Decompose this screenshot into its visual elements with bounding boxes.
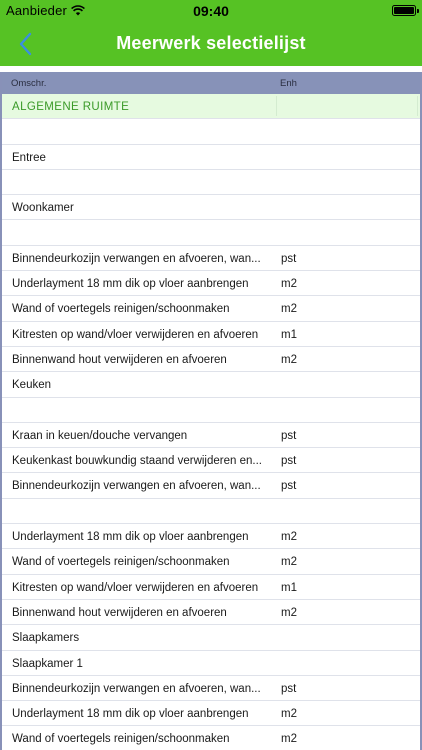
row-unit: m2 (281, 733, 297, 746)
table-row[interactable]: Underlayment 18 mm dik op vloer aanbreng… (2, 701, 420, 727)
table-row[interactable]: Slaapkamers (2, 625, 420, 651)
table-row[interactable]: Binnendeurkozijn verwangen en afvoeren, … (2, 246, 420, 272)
row-description: Binnendeurkozijn verwangen en afvoeren, … (12, 682, 261, 695)
table-row[interactable] (2, 398, 420, 423)
top-bar: Aanbieder 09:40 Meerwerk selectielijst (0, 0, 422, 66)
table-row[interactable]: Wand of voertegels reinigen/schoonmaken m… (2, 296, 420, 322)
table-row[interactable]: Wand of voertegels reinigen/schoonmaken m… (2, 726, 420, 750)
table-row[interactable] (2, 119, 420, 145)
table-row[interactable]: Binnenwand hout verwijderen en afvoeren m… (2, 600, 420, 626)
row-unit: pst (281, 480, 297, 493)
table-rows: ALGEMENE RUIMTE Entree Woonkamer Binnendeur… (2, 94, 420, 750)
row-description: Underlayment 18 mm dik op vloer aanbreng… (12, 278, 249, 291)
row-description: Wand of voertegels reinigen/schoonmaken (12, 303, 230, 316)
row-unit: m2 (281, 303, 297, 316)
row-unit: m2 (281, 708, 297, 721)
row-description: Keukenkast bouwkundig staand verwijderen… (12, 455, 262, 468)
table-group-row[interactable]: ALGEMENE RUIMTE (2, 94, 420, 120)
status-time: 09:40 (193, 3, 229, 19)
table-row[interactable]: Underlayment 18 mm dik op vloer aanbreng… (2, 271, 420, 297)
group-end-divider (417, 96, 418, 117)
row-description: Underlayment 18 mm dik op vloer aanbreng… (12, 708, 249, 721)
table-row[interactable]: Binnenwand hout verwijderen en afvoeren m… (2, 347, 420, 373)
table-row[interactable]: Woonkamer (2, 195, 420, 221)
table-row[interactable] (2, 220, 420, 246)
table-row[interactable]: Kitresten op wand/vloer verwijderen en a… (2, 322, 420, 347)
row-unit: m2 (281, 353, 297, 366)
row-description: Slaapkamers (12, 632, 80, 645)
page-title: Meerwerk selectielijst (116, 33, 306, 53)
table-row[interactable]: Kitresten op wand/vloer verwijderen en a… (2, 575, 420, 600)
row-unit: m2 (281, 278, 297, 291)
table-row[interactable]: Kraan in keuen/douche vervangen pst (2, 423, 420, 449)
row-unit: pst (281, 429, 297, 442)
row-description: Binnendeurkozijn verwangen en afvoeren, … (12, 480, 261, 493)
row-unit: m2 (281, 556, 297, 569)
row-description: Entree (12, 151, 46, 164)
table-row[interactable]: Keukenkast bouwkundig staand verwijderen… (2, 448, 420, 474)
selection-table[interactable]: Omschr. Enh ALGEMENE RUIMTE Entree Woonkam… (0, 72, 422, 750)
navigation-bar: Meerwerk selectielijst (0, 22, 422, 66)
row-description: Wand of voertegels reinigen/schoonmaken (12, 556, 230, 569)
row-description: Wand of voertegels reinigen/schoonmaken (12, 733, 230, 746)
table-row[interactable]: Underlayment 18 mm dik op vloer aanbreng… (2, 524, 420, 550)
row-unit: m2 (281, 606, 297, 619)
row-description: Kitresten op wand/vloer verwijderen en a… (12, 581, 259, 594)
row-unit: pst (281, 682, 297, 695)
group-column-divider (276, 96, 277, 117)
row-unit: m2 (281, 531, 297, 544)
table-row[interactable]: Slaapkamer 1 (2, 651, 420, 676)
table-row[interactable]: Binnendeurkozijn verwangen en afvoeren, … (2, 676, 420, 702)
row-description: Slaapkamer 1 (12, 657, 83, 670)
table-row[interactable] (2, 499, 420, 525)
table-row[interactable]: Entree (2, 145, 420, 170)
row-description: Kraan in keuen/douche vervangen (12, 429, 188, 442)
table-row[interactable]: Binnendeurkozijn verwangen en afvoeren, … (2, 473, 420, 499)
table-row[interactable]: Wand of voertegels reinigen/schoonmaken m… (2, 549, 420, 575)
row-unit: m1 (281, 581, 297, 594)
column-header-unit: Enh (280, 78, 297, 89)
column-header-description: Omschr. (11, 78, 47, 89)
row-description: ALGEMENE RUIMTE (12, 101, 130, 113)
app-screen: Aanbieder 09:40 Meerwerk selectielijst O… (0, 0, 422, 750)
table-row[interactable]: Keuken (2, 372, 420, 398)
row-description: Keuken (12, 379, 52, 392)
status-bar: Aanbieder 09:40 (0, 0, 422, 22)
row-description: Binnenwand hout verwijderen en afvoeren (12, 353, 227, 366)
table-row[interactable] (2, 170, 420, 196)
row-unit: m1 (281, 328, 297, 341)
row-description: Kitresten op wand/vloer verwijderen en a… (12, 328, 259, 341)
row-description: Underlayment 18 mm dik op vloer aanbreng… (12, 531, 249, 544)
row-unit: pst (281, 455, 297, 468)
row-description: Woonkamer (12, 202, 74, 215)
row-description: Binnendeurkozijn verwangen en afvoeren, … (12, 252, 261, 265)
table-header: Omschr. Enh (2, 72, 420, 94)
row-description: Binnenwand hout verwijderen en afvoeren (12, 606, 227, 619)
battery-icon (392, 5, 419, 16)
row-unit: pst (281, 252, 297, 265)
